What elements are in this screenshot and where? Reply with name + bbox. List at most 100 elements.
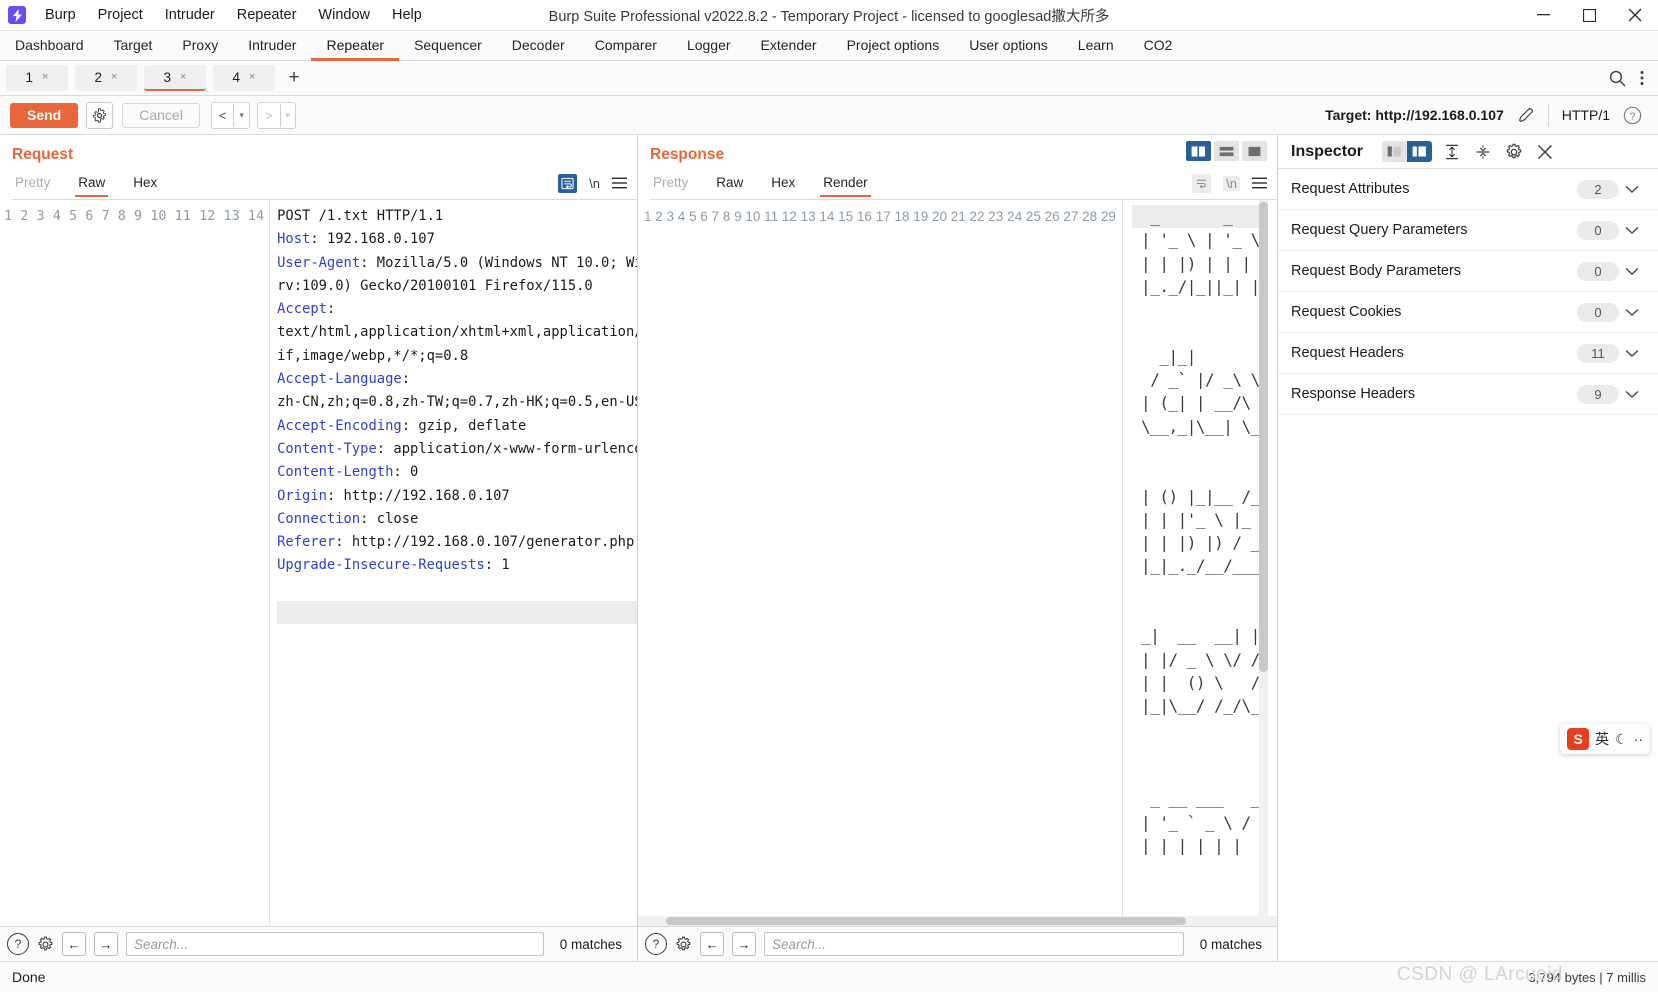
response-tab-raw[interactable]: Raw <box>713 175 746 197</box>
request-tab-raw[interactable]: Raw <box>75 175 109 197</box>
arrow-left-icon[interactable]: ← <box>700 932 724 956</box>
request-editor[interactable]: 1 2 3 4 5 6 7 8 9 10 11 12 13 14 POST /1… <box>0 200 637 926</box>
inspector-view-compact-button[interactable] <box>1382 141 1408 162</box>
response-tab-hex[interactable]: Hex <box>768 175 798 197</box>
chevron-down-icon[interactable]: ▾ <box>233 103 249 127</box>
layout-single-button[interactable] <box>1242 141 1267 161</box>
cancel-button[interactable]: Cancel <box>122 102 200 128</box>
chevron-down-icon[interactable] <box>1619 349 1645 358</box>
tab-logger[interactable]: Logger <box>672 31 746 61</box>
inspector-view-split-button[interactable] <box>1407 141 1433 162</box>
chevron-down-icon[interactable] <box>1619 226 1645 235</box>
hamburger-icon[interactable] <box>612 177 627 189</box>
moon-icon[interactable]: ☾ <box>1615 731 1628 748</box>
request-tab-pretty[interactable]: Pretty <box>12 175 53 197</box>
repeater-tab-1[interactable]: 1 × <box>6 65 68 91</box>
response-rendered-content[interactable]: _ _ _ _ _ | |_ ()_ _ | |_ _ _| |_ __| |_… <box>1123 200 1268 916</box>
tab-extender[interactable]: Extender <box>746 31 832 61</box>
ime-language-label[interactable]: 英 <box>1595 729 1609 749</box>
prev-request-button[interactable]: < ▾ <box>210 101 250 129</box>
maximize-button[interactable] <box>1566 0 1612 30</box>
response-search-input[interactable] <box>764 932 1184 956</box>
add-tab-button[interactable]: + <box>282 66 306 90</box>
ime-toolbar[interactable]: S 英 ☾ ·· <box>1560 724 1650 754</box>
response-tab-pretty[interactable]: Pretty <box>650 175 691 197</box>
request-search-input[interactable] <box>126 932 544 956</box>
tab-decoder[interactable]: Decoder <box>497 31 580 61</box>
tab-learn[interactable]: Learn <box>1063 31 1129 61</box>
menu-help[interactable]: Help <box>381 4 433 26</box>
sogou-logo-icon[interactable]: S <box>1567 728 1590 750</box>
inspector-section-row[interactable]: Response Headers 9 <box>1278 374 1658 415</box>
gear-icon[interactable] <box>675 936 692 953</box>
menu-project[interactable]: Project <box>87 4 154 26</box>
chevron-down-icon[interactable] <box>1619 390 1645 399</box>
word-wrap-icon[interactable] <box>558 173 578 193</box>
gear-icon[interactable] <box>1503 141 1525 163</box>
chevron-down-icon[interactable] <box>1619 308 1645 317</box>
close-icon[interactable] <box>1534 141 1556 163</box>
arrow-right-icon[interactable]: → <box>94 932 118 956</box>
close-icon[interactable]: × <box>42 71 48 83</box>
close-icon[interactable]: × <box>180 71 186 83</box>
send-settings-gear-icon[interactable] <box>86 101 114 129</box>
vertical-dots-icon[interactable] <box>1640 70 1644 86</box>
request-raw-text[interactable]: POST /1.txt HTTP/1.1 Host: 192.168.0.107… <box>270 200 637 926</box>
menu-intruder[interactable]: Intruder <box>154 4 226 26</box>
inspector-section-row[interactable]: Request Attributes 2 <box>1278 169 1658 210</box>
newline-toggle[interactable]: \n <box>1223 175 1240 191</box>
menu-repeater[interactable]: Repeater <box>226 4 308 26</box>
inspector-section-row[interactable]: Request Query Parameters 0 <box>1278 210 1658 251</box>
inspector-section-row[interactable]: Request Headers 11 <box>1278 333 1658 374</box>
arrow-right-icon[interactable]: → <box>732 932 756 956</box>
gear-icon[interactable] <box>37 936 54 953</box>
response-horizontal-scrollbar[interactable] <box>638 916 1277 926</box>
repeater-tab-2[interactable]: 2 × <box>75 65 137 91</box>
request-tab-hex[interactable]: Hex <box>130 175 160 197</box>
tab-co2[interactable]: CO2 <box>1129 31 1188 61</box>
scrollbar-thumb[interactable] <box>666 917 1186 925</box>
tab-repeater[interactable]: Repeater <box>311 31 400 61</box>
layout-side-by-side-button[interactable] <box>1186 141 1211 161</box>
chevron-down-icon[interactable]: ▾ <box>279 103 296 127</box>
next-request-button[interactable]: > ▾ <box>256 101 297 129</box>
collapse-all-icon[interactable] <box>1472 141 1494 163</box>
chevron-down-icon[interactable] <box>1619 267 1645 276</box>
chevron-down-icon[interactable] <box>1619 185 1645 194</box>
minimize-button[interactable] <box>1520 0 1566 30</box>
tab-sequencer[interactable]: Sequencer <box>399 31 497 61</box>
close-icon[interactable]: × <box>249 71 255 83</box>
newline-toggle[interactable]: \n <box>589 176 600 191</box>
response-render-area[interactable]: 1 2 3 4 5 6 7 8 9 10 11 12 13 14 15 16 1… <box>638 200 1277 916</box>
question-circle-icon[interactable]: ? <box>645 933 667 955</box>
question-circle-icon[interactable]: ? <box>7 933 29 955</box>
close-icon[interactable]: × <box>111 71 117 83</box>
send-button[interactable]: Send <box>10 102 79 128</box>
word-wrap-icon[interactable] <box>1192 173 1212 193</box>
pencil-icon[interactable] <box>1517 106 1535 124</box>
search-icon[interactable] <box>1609 70 1626 87</box>
tab-intruder[interactable]: Intruder <box>233 31 311 61</box>
tab-dashboard[interactable]: Dashboard <box>0 31 99 61</box>
expand-all-icon[interactable] <box>1441 141 1463 163</box>
scrollbar-thumb[interactable] <box>1259 202 1268 672</box>
hamburger-icon[interactable] <box>1252 177 1267 189</box>
tab-comparer[interactable]: Comparer <box>580 31 672 61</box>
response-vertical-scrollbar[interactable] <box>1259 200 1268 916</box>
tab-user-options[interactable]: User options <box>954 31 1063 61</box>
repeater-tab-4[interactable]: 4 × <box>213 65 275 91</box>
tab-target[interactable]: Target <box>99 31 168 61</box>
menu-window[interactable]: Window <box>307 4 381 26</box>
tab-project-options[interactable]: Project options <box>832 31 955 61</box>
close-button[interactable] <box>1612 0 1658 30</box>
arrow-left-icon[interactable]: ← <box>62 932 86 956</box>
inspector-section-row[interactable]: Request Body Parameters 0 <box>1278 251 1658 292</box>
question-circle-icon[interactable]: ? <box>1623 106 1642 125</box>
repeater-tab-3[interactable]: 3 × <box>144 65 206 91</box>
ime-more-icon[interactable]: ·· <box>1634 731 1643 747</box>
tab-proxy[interactable]: Proxy <box>167 31 233 61</box>
layout-stacked-button[interactable] <box>1214 141 1239 161</box>
inspector-section-row[interactable]: Request Cookies 0 <box>1278 292 1658 333</box>
response-tab-render[interactable]: Render <box>820 175 871 197</box>
menu-burp[interactable]: Burp <box>34 4 87 26</box>
